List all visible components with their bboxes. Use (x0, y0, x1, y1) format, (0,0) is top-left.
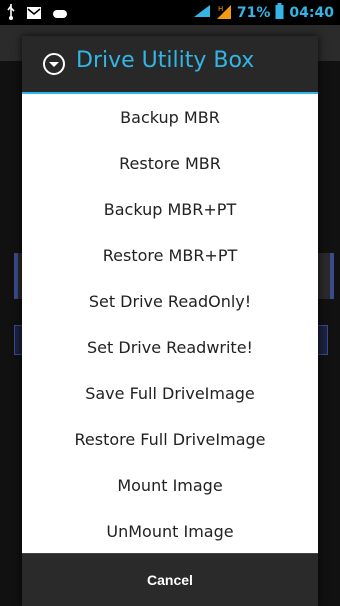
status-bar: H 71% 04:40 (0, 0, 340, 25)
clock: 04:40 (289, 5, 334, 21)
menu-item-restore-full-image[interactable]: Restore Full DriveImage (22, 416, 318, 462)
email-icon (26, 5, 42, 24)
dialog-footer: Cancel (22, 553, 318, 606)
battery-icon (275, 3, 284, 23)
gamepad-icon (52, 5, 68, 24)
menu-item-set-readwrite[interactable]: Set Drive Readwrite! (22, 324, 318, 370)
menu-item-save-full-image[interactable]: Save Full DriveImage (22, 370, 318, 416)
status-notifications (6, 4, 68, 24)
cancel-button[interactable]: Cancel (22, 554, 318, 606)
signal-icon: H (216, 2, 232, 24)
wifi-icon (193, 3, 211, 23)
dialog-title: Drive Utility Box (76, 48, 255, 73)
usb-icon (6, 4, 16, 24)
menu-item-backup-mbr-pt[interactable]: Backup MBR+PT (22, 186, 318, 232)
menu-item-restore-mbr[interactable]: Restore MBR (22, 140, 318, 186)
menu-item-set-readonly[interactable]: Set Drive ReadOnly! (22, 278, 318, 324)
svg-text:H: H (218, 5, 223, 13)
chevron-down-circle-icon (42, 52, 66, 76)
battery-percent: 71% (236, 5, 271, 21)
drive-utility-dialog: Drive Utility Box Backup MBR Restore MBR… (22, 36, 318, 606)
menu-item-mount-image[interactable]: Mount Image (22, 462, 318, 508)
dialog-header: Drive Utility Box (22, 36, 318, 94)
status-system: H 71% 04:40 (193, 2, 334, 24)
menu-item-unmount-image[interactable]: UnMount Image (22, 508, 318, 554)
menu-item-backup-mbr[interactable]: Backup MBR (22, 94, 318, 140)
menu-item-restore-mbr-pt[interactable]: Restore MBR+PT (22, 232, 318, 278)
dialog-menu-list: Backup MBR Restore MBR Backup MBR+PT Res… (22, 94, 318, 553)
